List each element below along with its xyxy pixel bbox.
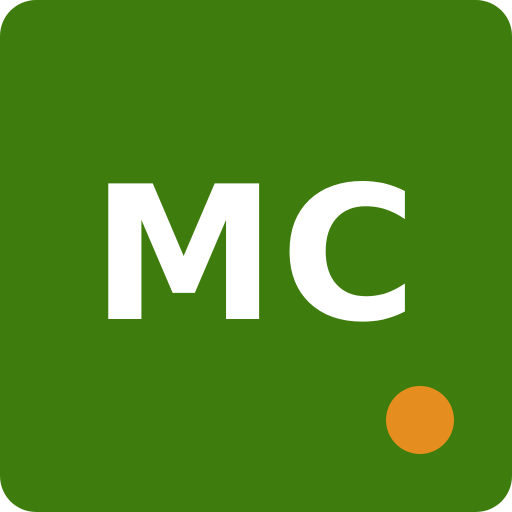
avatar: MC [0, 0, 512, 512]
status-dot-icon [386, 386, 454, 454]
avatar-initials: MC [91, 146, 421, 363]
